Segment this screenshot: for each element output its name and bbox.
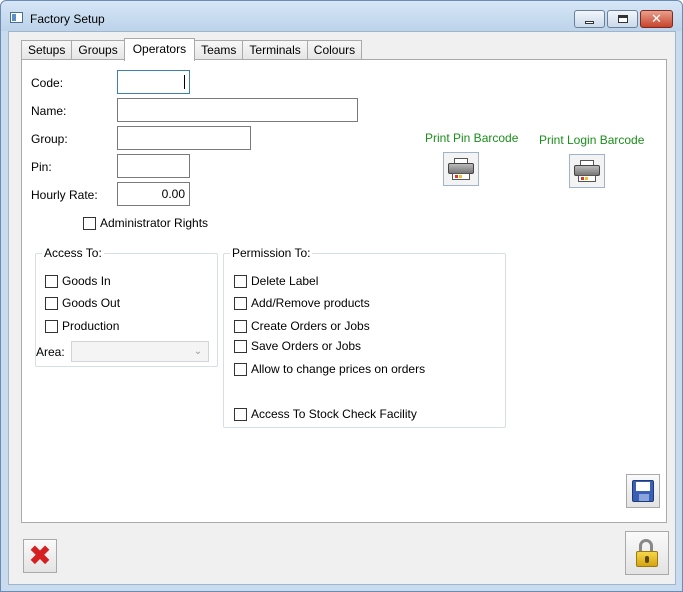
close-button[interactable]: ✕ <box>640 10 673 28</box>
minimize-button[interactable] <box>574 10 605 28</box>
permission-to-group: Permission To: Delete Label Add/Remove p… <box>223 246 506 428</box>
production-label: Production <box>62 319 120 333</box>
tab-terminals[interactable]: Terminals <box>242 40 308 60</box>
change-prices-text: Allow to change prices on orders <box>251 362 426 376</box>
checkbox-box <box>234 407 247 421</box>
area-select[interactable]: ⌄ <box>71 341 209 362</box>
change-prices-checkbox[interactable]: Allow to change prices on orders <box>234 362 425 376</box>
code-label: Code: <box>31 76 64 90</box>
chevron-down-icon: ⌄ <box>193 346 203 357</box>
checkbox-box <box>234 319 247 333</box>
print-login-barcode-label: Print Login Barcode <box>539 133 645 147</box>
goods-out-checkbox[interactable]: Goods Out <box>45 296 120 310</box>
name-label: Name: <box>31 104 67 118</box>
minimize-icon <box>585 20 594 24</box>
goods-out-label: Goods Out <box>62 296 121 310</box>
administrator-rights-checkbox[interactable]: Administrator Rights <box>83 216 208 230</box>
tab-setups[interactable]: Setups <box>21 40 73 60</box>
production-checkbox[interactable]: Production <box>45 319 119 333</box>
padlock-icon <box>636 539 658 567</box>
goods-in-label: Goods In <box>62 274 111 288</box>
close-icon: ✕ <box>651 11 662 27</box>
pin-input[interactable] <box>117 154 190 178</box>
group-input[interactable] <box>117 126 251 150</box>
operators-panel: Code: Name: Group: Pin: Hourly Rate: 0.0… <box>21 59 667 523</box>
access-to-group: Access To: Goods In Goods Out Production… <box>35 246 218 367</box>
create-orders-text: Create Orders or Jobs <box>251 319 370 333</box>
checkbox-box <box>45 274 58 288</box>
print-login-barcode-button[interactable] <box>569 154 605 188</box>
code-input[interactable] <box>117 70 190 94</box>
add-remove-products-text: Add/Remove products <box>251 296 370 310</box>
checkbox-box <box>45 319 58 333</box>
checkbox-box <box>234 339 247 353</box>
window-title: Factory Setup <box>30 12 105 26</box>
red-x-icon: ✖ <box>28 539 52 572</box>
access-to-title: Access To: <box>42 246 104 260</box>
tab-groups[interactable]: Groups <box>71 40 125 60</box>
save-orders-checkbox[interactable]: Save Orders or Jobs <box>234 339 361 353</box>
print-pin-barcode-button[interactable] <box>443 152 479 186</box>
checkbox-box <box>234 274 247 288</box>
maximize-button[interactable] <box>607 10 638 28</box>
group-label: Group: <box>31 132 68 146</box>
printer-icon <box>574 160 600 182</box>
text-caret <box>184 75 185 89</box>
delete-label-checkbox[interactable]: Delete Label <box>234 274 318 288</box>
checkbox-box <box>83 216 96 230</box>
stock-check-text: Access To Stock Check Facility <box>251 407 417 421</box>
save-button[interactable] <box>626 474 660 508</box>
stock-check-checkbox[interactable]: Access To Stock Check Facility <box>234 407 417 421</box>
checkbox-box <box>234 296 247 310</box>
printer-icon <box>448 158 474 180</box>
maximize-icon <box>617 15 628 23</box>
title-bar[interactable]: Factory Setup ✕ <box>1 1 682 31</box>
permission-to-title: Permission To: <box>230 246 313 260</box>
name-input[interactable] <box>117 98 358 122</box>
tab-operators[interactable]: Operators <box>123 38 196 61</box>
delete-label-text: Delete Label <box>251 274 319 288</box>
factory-setup-window: Factory Setup ✕ Setups Groups Operators … <box>0 0 683 592</box>
create-orders-checkbox[interactable]: Create Orders or Jobs <box>234 319 370 333</box>
add-remove-products-checkbox[interactable]: Add/Remove products <box>234 296 370 310</box>
hourly-rate-value: 0.00 <box>161 187 185 201</box>
goods-in-checkbox[interactable]: Goods In <box>45 274 111 288</box>
hourly-rate-label: Hourly Rate: <box>31 188 98 202</box>
print-pin-barcode-label: Print Pin Barcode <box>425 131 519 145</box>
tab-colours[interactable]: Colours <box>306 40 363 60</box>
app-window-icon <box>10 12 23 23</box>
window-client-area: Setups Groups Operators Teams Terminals … <box>8 31 676 585</box>
pin-label: Pin: <box>31 160 52 174</box>
hourly-rate-input[interactable]: 0.00 <box>117 182 190 206</box>
tab-strip: Setups Groups Operators Teams Terminals … <box>21 38 363 61</box>
lock-button[interactable] <box>625 531 669 575</box>
area-label: Area: <box>36 345 65 359</box>
checkbox-box <box>234 362 247 376</box>
tab-teams[interactable]: Teams <box>194 40 244 60</box>
floppy-disk-icon <box>632 480 654 502</box>
save-orders-text: Save Orders or Jobs <box>251 339 362 353</box>
cancel-button[interactable]: ✖ <box>23 539 57 573</box>
checkbox-box <box>45 296 58 310</box>
administrator-rights-label: Administrator Rights <box>100 216 209 230</box>
